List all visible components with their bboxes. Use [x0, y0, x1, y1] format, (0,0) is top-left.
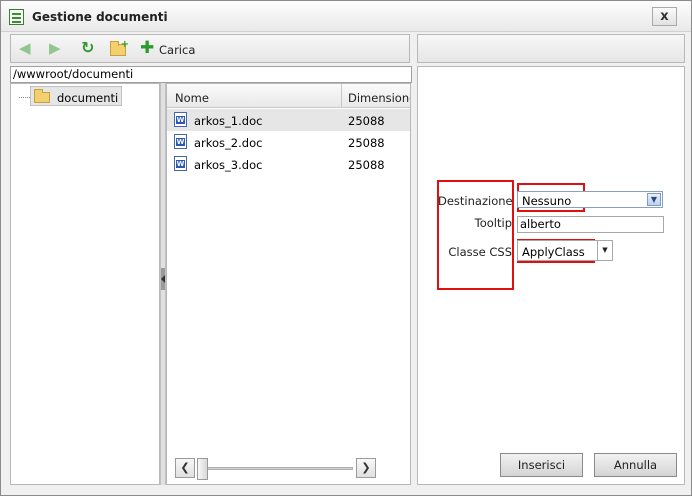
css-class-combo[interactable]: ApplyClass ▼ — [517, 240, 613, 261]
scroll-right-icon[interactable]: ❯ — [356, 458, 376, 478]
preview-toolbar — [417, 34, 685, 63]
folder-tree: documenti — [10, 83, 160, 485]
file-row[interactable]: W arkos_2.doc 25088 — [167, 131, 410, 153]
css-class-value: ApplyClass — [522, 245, 585, 259]
column-header-size[interactable]: Dimensione — [348, 91, 410, 105]
column-divider[interactable] — [341, 84, 342, 108]
word-doc-icon: W — [174, 134, 187, 149]
cancel-button[interactable]: Annulla — [594, 453, 677, 477]
tree-item-label: documenti — [57, 91, 119, 105]
file-list-header: Nome Dimensione — [167, 84, 410, 108]
folder-icon — [34, 89, 50, 103]
document-list-icon — [9, 9, 24, 25]
destination-value: Nessuno — [522, 194, 572, 208]
scroll-thumb[interactable] — [197, 458, 208, 480]
tooltip-input[interactable]: alberto — [517, 216, 664, 233]
file-row[interactable]: W arkos_1.doc 25088 — [167, 109, 410, 131]
scroll-left-icon[interactable]: ❮ — [175, 458, 195, 478]
destination-label: Destinazione — [438, 194, 513, 208]
word-doc-icon: W — [174, 112, 187, 127]
file-name: arkos_3.doc — [194, 158, 263, 172]
refresh-icon[interactable]: ↻ — [81, 40, 94, 58]
css-class-label: Classe CSS — [448, 245, 512, 259]
path-input[interactable]: /wwwroot/documenti — [10, 66, 412, 83]
plus-icon[interactable]: ✚ — [140, 40, 154, 58]
file-row[interactable]: W arkos_3.doc 25088 — [167, 153, 410, 175]
caret-down-icon[interactable]: ▼ — [597, 241, 612, 260]
file-name: arkos_2.doc — [194, 136, 263, 150]
file-name: arkos_1.doc — [194, 114, 263, 128]
collapse-left-icon[interactable] — [161, 268, 165, 290]
tree-item-documenti[interactable]: documenti — [30, 86, 122, 106]
arrow-left-icon[interactable]: ◀ — [19, 40, 31, 58]
arrow-right-icon[interactable]: ▶ — [49, 40, 61, 58]
document-manager-dialog: Gestione documenti x ◀ ▶ ↻ + ✚ Carica /w… — [0, 0, 692, 496]
file-toolbar: ◀ ▶ ↻ + ✚ Carica — [10, 34, 410, 63]
file-size: 25088 — [348, 136, 385, 150]
tooltip-label: Tooltip — [474, 216, 512, 230]
chevron-down-icon[interactable]: ▼ — [647, 193, 661, 206]
destination-select[interactable]: Nessuno ▼ — [517, 191, 663, 208]
horizontal-scrollbar[interactable]: ❮ ❯ — [175, 458, 376, 480]
new-folder-icon[interactable]: + — [110, 39, 129, 56]
file-size: 25088 — [348, 158, 385, 172]
file-size: 25088 — [348, 114, 385, 128]
title-bar[interactable]: Gestione documenti x — [1, 1, 691, 32]
word-doc-icon: W — [174, 156, 187, 171]
column-header-name[interactable]: Nome — [175, 91, 209, 105]
file-list: Nome Dimensione W arkos_1.doc 25088 W ar… — [166, 83, 411, 485]
close-button[interactable]: x — [652, 7, 677, 26]
properties-panel: Destinazione Tooltip Classe CSS Nessuno … — [417, 66, 685, 485]
upload-button-label[interactable]: Carica — [159, 43, 195, 61]
insert-button[interactable]: Inserisci — [500, 453, 583, 477]
scroll-track[interactable] — [199, 467, 353, 470]
dialog-title: Gestione documenti — [32, 10, 168, 24]
